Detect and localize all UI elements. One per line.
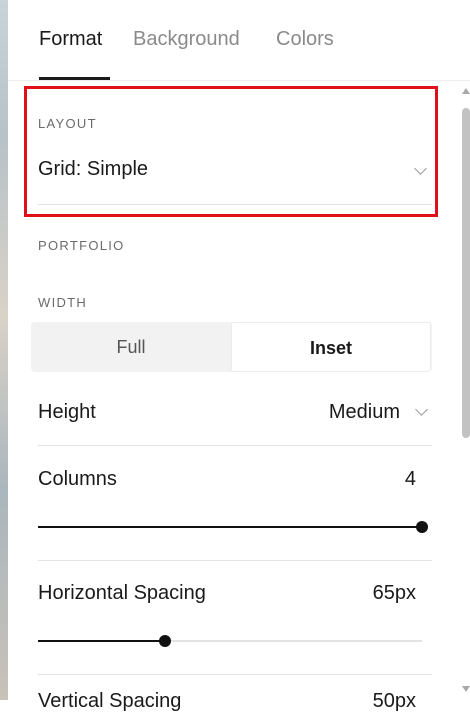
divider (38, 560, 432, 561)
horizontal-spacing-label: Horizontal Spacing (38, 582, 206, 604)
divider (38, 674, 432, 675)
vertical-spacing-label: Vertical Spacing (38, 690, 182, 712)
active-tab-indicator (39, 77, 110, 80)
layout-value: Grid: Simple (38, 158, 149, 180)
columns-slider-track[interactable] (38, 521, 428, 533)
horizontal-spacing-slider-track[interactable] (38, 635, 422, 647)
horizontal-spacing-row: Horizontal Spacing 65px (38, 582, 432, 612)
chevron-down-icon (415, 403, 428, 416)
width-inset-button[interactable]: Inset (231, 322, 431, 372)
horizontal-spacing-slider-fill (38, 640, 165, 642)
background-image-edge (0, 0, 8, 700)
vertical-spacing-value: 50px (372, 690, 416, 712)
tab-background[interactable]: Background (133, 28, 240, 51)
width-section-label: WIDTH (38, 295, 88, 310)
scroll-up-arrow-icon[interactable] (462, 88, 470, 94)
scroll-down-arrow-icon[interactable] (462, 686, 470, 692)
columns-value: 4 (404, 468, 416, 490)
divider (38, 445, 432, 446)
width-segmented-control: Full Inset (31, 322, 432, 372)
scrollbar-thumb[interactable] (462, 108, 470, 438)
tab-format[interactable]: Format (39, 28, 102, 51)
portfolio-section-label: PORTFOLIO (38, 238, 125, 253)
columns-label: Columns (38, 468, 117, 490)
horizontal-spacing-slider-handle[interactable] (159, 635, 171, 647)
style-panel: Format Background Colors LAYOUT Grid: Si… (8, 0, 470, 712)
horizontal-spacing-value: 65px (372, 582, 416, 604)
scrollbar[interactable] (462, 88, 470, 700)
height-label: Height (38, 401, 96, 423)
columns-slider-handle[interactable] (416, 521, 428, 533)
tab-bar: Format Background Colors (8, 0, 470, 81)
columns-slider-fill (38, 526, 422, 528)
layout-section-label: LAYOUT (38, 116, 97, 131)
vertical-spacing-row: Vertical Spacing 50px (38, 690, 432, 720)
chevron-down-icon (414, 162, 427, 175)
width-full-button[interactable]: Full (31, 322, 231, 372)
height-select[interactable]: Height Medium (38, 401, 432, 431)
layout-select[interactable]: Grid: Simple (38, 152, 432, 205)
height-value: Medium (328, 401, 400, 423)
columns-row: Columns 4 (38, 468, 432, 498)
tab-colors[interactable]: Colors (276, 28, 334, 51)
